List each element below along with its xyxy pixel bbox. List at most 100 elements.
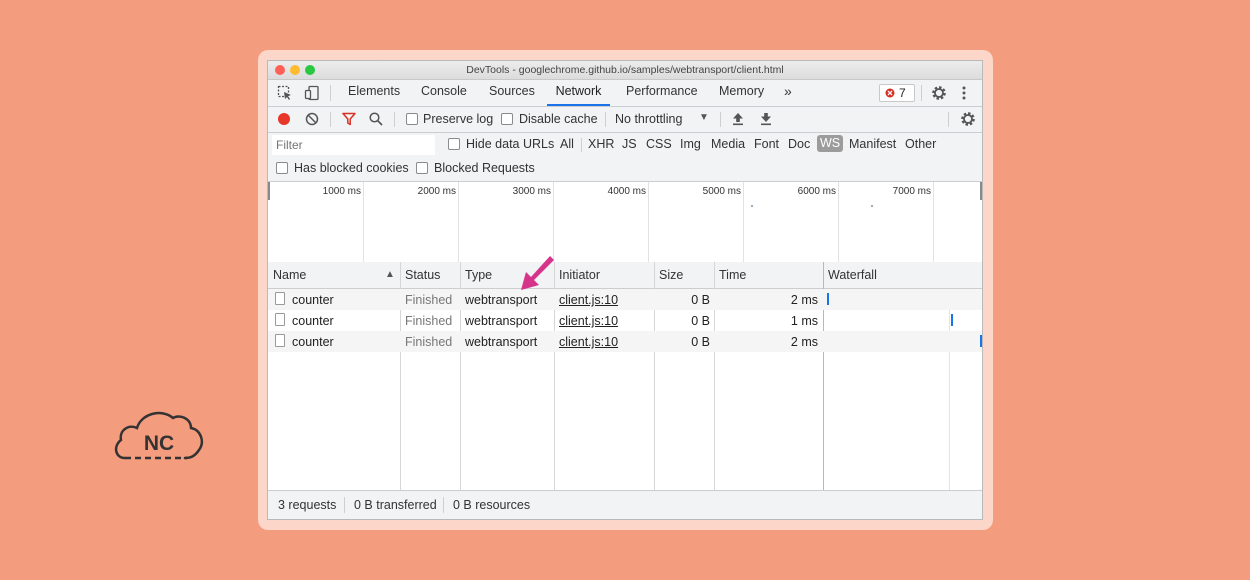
request-name: counter <box>292 293 334 307</box>
overview-marker <box>751 205 753 207</box>
waterfall-bar <box>827 293 829 305</box>
filter-type-css[interactable]: CSS <box>646 137 672 151</box>
tab-performance[interactable]: Performance <box>626 80 698 106</box>
column-time[interactable]: Time <box>719 268 746 282</box>
kebab-menu-icon[interactable] <box>961 85 967 101</box>
request-time: 2 ms <box>790 335 818 349</box>
document-icon <box>275 292 285 305</box>
tab-console[interactable]: Console <box>421 80 467 106</box>
request-initiator-link[interactable]: client.js:10 <box>559 335 618 349</box>
table-row[interactable]: counter Finished webtransport client.js:… <box>268 331 982 352</box>
waterfall-bar <box>980 335 982 347</box>
table-row[interactable]: counter Finished webtransport client.js:… <box>268 289 982 310</box>
column-name[interactable]: Name <box>273 268 306 282</box>
network-toolbar: Preserve log Disable cache No throttling… <box>268 107 982 133</box>
overview-tick-label: 7000 ms <box>892 186 931 197</box>
filter-type-doc[interactable]: Doc <box>788 137 810 151</box>
upload-icon[interactable] <box>731 112 745 126</box>
column-size[interactable]: Size <box>659 268 683 282</box>
filter-type-js[interactable]: JS <box>622 137 637 151</box>
hide-data-urls-checkbox[interactable] <box>448 138 460 150</box>
status-bar: 3 requests 0 B transferred 0 B resources <box>268 490 982 519</box>
search-icon[interactable] <box>369 112 383 126</box>
filter-type-manifest[interactable]: Manifest <box>849 137 896 151</box>
overview-marker <box>871 205 873 207</box>
request-time: 2 ms <box>790 293 818 307</box>
request-time: 1 ms <box>790 314 818 328</box>
table-row[interactable]: counter Finished webtransport client.js:… <box>268 310 982 331</box>
filter-input[interactable] <box>272 135 435 155</box>
request-initiator-link[interactable]: client.js:10 <box>559 293 618 307</box>
preserve-log-checkbox[interactable] <box>406 113 418 125</box>
request-name: counter <box>292 314 334 328</box>
more-tabs-button[interactable]: » <box>784 80 792 106</box>
svg-text:NC: NC <box>144 432 174 455</box>
has-blocked-cookies-checkbox[interactable] <box>276 162 288 174</box>
inspect-icon[interactable] <box>277 85 293 101</box>
hide-data-urls-label: Hide data URLs <box>466 137 555 151</box>
settings-icon[interactable] <box>931 85 947 101</box>
request-count: 3 requests <box>278 498 337 512</box>
request-type: webtransport <box>465 335 538 349</box>
request-size: 0 B <box>691 335 710 349</box>
waterfall-bar <box>951 314 953 326</box>
disable-cache-checkbox[interactable] <box>501 113 513 125</box>
blocked-requests-checkbox[interactable] <box>416 162 428 174</box>
column-status[interactable]: Status <box>405 268 440 282</box>
transferred-size: 0 B transferred <box>354 498 437 512</box>
column-type[interactable]: Type <box>465 268 492 282</box>
request-status: Finished <box>405 293 453 307</box>
request-name: counter <box>292 335 334 349</box>
has-blocked-cookies-label: Has blocked cookies <box>294 161 409 175</box>
document-icon <box>275 334 285 347</box>
overview-tick-label: 6000 ms <box>797 186 836 197</box>
filter-type-other[interactable]: Other <box>905 137 936 151</box>
error-icon <box>885 88 895 98</box>
download-icon[interactable] <box>759 112 773 126</box>
filter-type-media[interactable]: Media <box>711 137 745 151</box>
tab-memory[interactable]: Memory <box>719 80 764 106</box>
overview-tick-label: 2000 ms <box>417 186 456 197</box>
blocked-requests-label: Blocked Requests <box>434 161 535 175</box>
column-waterfall[interactable]: Waterfall <box>828 268 877 282</box>
preserve-log-label: Preserve log <box>423 112 494 126</box>
request-size: 0 B <box>691 314 710 328</box>
device-toggle-icon[interactable] <box>304 85 320 101</box>
timeline-overview[interactable]: 1000 ms 2000 ms 3000 ms 4000 ms 5000 ms … <box>268 181 982 263</box>
title-bar: DevTools - googlechrome.github.io/sample… <box>268 61 982 80</box>
tab-elements[interactable]: Elements <box>348 80 400 106</box>
request-status: Finished <box>405 314 453 328</box>
filter-bar: Hide data URLs All XHR JS CSS Img Media … <box>268 133 982 181</box>
table-header: Name ▲ Status Type Initiator Size Time W… <box>268 262 982 289</box>
filter-type-img[interactable]: Img <box>680 137 701 151</box>
request-size: 0 B <box>691 293 710 307</box>
tab-network[interactable]: Network <box>547 80 610 106</box>
overview-tick-label: 5000 ms <box>702 186 741 197</box>
error-counter[interactable]: 7 <box>879 84 915 102</box>
chevron-down-icon: ▼ <box>699 112 709 123</box>
overview-tick-label: 3000 ms <box>512 186 551 197</box>
window-title: DevTools - googlechrome.github.io/sample… <box>466 64 784 76</box>
filter-type-ws[interactable]: WS <box>817 135 844 152</box>
throttling-value: No throttling <box>615 112 683 126</box>
filter-type-xhr[interactable]: XHR <box>588 137 614 151</box>
devtools-window: DevTools - googlechrome.github.io/sample… <box>267 60 983 520</box>
overview-tick-label: 4000 ms <box>607 186 646 197</box>
overview-tick-label: 1000 ms <box>322 186 361 197</box>
filter-type-font[interactable]: Font <box>754 137 779 151</box>
error-count: 7 <box>899 86 906 100</box>
tab-sources[interactable]: Sources <box>489 80 535 106</box>
network-settings-icon[interactable] <box>960 111 976 127</box>
panel-tabs-bar: Elements Console Sources Network Perform… <box>268 80 982 107</box>
filter-icon[interactable] <box>342 112 356 126</box>
sort-ascending-icon: ▲ <box>385 269 395 280</box>
clear-icon[interactable] <box>305 112 319 126</box>
throttling-select[interactable]: No throttling ▼ <box>615 107 711 131</box>
filter-type-all[interactable]: All <box>560 137 574 151</box>
disable-cache-label: Disable cache <box>519 112 598 126</box>
column-initiator[interactable]: Initiator <box>559 268 600 282</box>
record-icon[interactable] <box>277 112 291 126</box>
request-initiator-link[interactable]: client.js:10 <box>559 314 618 328</box>
request-type: webtransport <box>465 314 538 328</box>
resources-size: 0 B resources <box>453 498 531 512</box>
